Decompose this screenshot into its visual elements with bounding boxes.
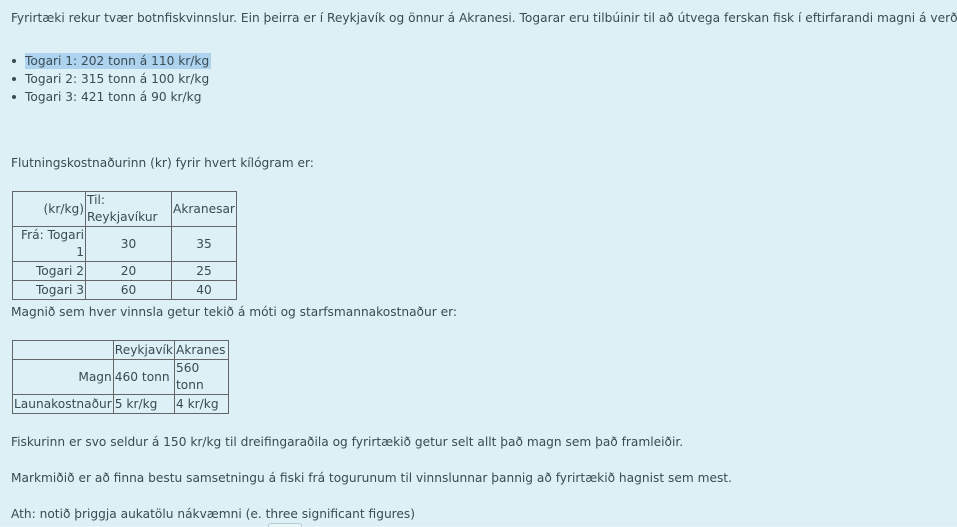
table-header-cell: Reykjavík [112, 340, 175, 360]
table-cell: 25 [171, 261, 237, 281]
table-header-cell: (kr/kg) [12, 191, 86, 227]
table-header-cell: Akranesar [171, 191, 237, 227]
list-item: Togari 1: 202 tonn á 110 kr/kg [11, 52, 212, 70]
table-header-cell: Akranes [173, 340, 229, 360]
table-cell: Togari 2 [12, 261, 86, 281]
table-cell: Magn [12, 359, 114, 395]
goal-text: Markmiðið er að finna bestu samsetningu … [11, 471, 732, 485]
trawler-2-text: Togari 2: 315 tonn á 100 kr/kg [25, 72, 210, 86]
table-row: Launakostnaður 5 kr/kg 4 kr/kg [12, 394, 229, 414]
table-cell: 35 [171, 226, 237, 262]
answer-field-edge[interactable] [268, 523, 302, 527]
trawler-list: Togari 1: 202 tonn á 110 kr/kg Togari 2:… [11, 52, 212, 106]
shipping-cost-table: (kr/kg) Til: Reykjavíkur Akranesar Frá: … [12, 191, 237, 300]
table-row: Magn 460 tonn 560 tonn [12, 359, 229, 395]
trawler-1-text: Togari 1: 202 tonn á 110 kr/kg [25, 53, 212, 69]
table-cell: 460 tonn [112, 359, 175, 395]
table-cell: Frá: Togari 1 [12, 226, 86, 262]
capacity-intro-text: Magnið sem hver vinnsla getur tekið á mó… [11, 305, 458, 319]
table-cell: 20 [85, 261, 172, 281]
table-cell: 30 [85, 226, 172, 262]
question-panel: Fyrirtæki rekur tvær botnfiskvinnslur. E… [0, 0, 957, 527]
table-cell: 5 kr/kg [112, 394, 175, 414]
sale-text: Fiskurinn er svo seldur á 150 kr/kg til … [11, 435, 684, 449]
table-header-cell: Til: Reykjavíkur [85, 191, 172, 227]
list-item: Togari 2: 315 tonn á 100 kr/kg [11, 70, 211, 88]
table-cell: 560 tonn [173, 359, 229, 395]
table-row: Frá: Togari 1 30 35 [12, 226, 237, 262]
table-row: Reykjavík Akranes [12, 340, 229, 360]
table-cell: Togari 3 [12, 280, 86, 300]
table-cell: Launakostnaður [12, 394, 114, 414]
capacity-table: Reykjavík Akranes Magn 460 tonn 560 tonn… [12, 340, 229, 414]
table-cell: 40 [171, 280, 237, 300]
list-item: Togari 3: 421 tonn á 90 kr/kg [11, 88, 211, 106]
table-row: Togari 3 60 40 [12, 280, 237, 300]
table-cell: 4 kr/kg [173, 394, 229, 414]
intro-text: Fyrirtæki rekur tvær botnfiskvinnslur. E… [11, 11, 957, 25]
table-row: (kr/kg) Til: Reykjavíkur Akranesar [12, 191, 237, 227]
table-row: Togari 2 20 25 [12, 261, 237, 281]
table-cell: 60 [85, 280, 172, 300]
note-text: Ath: notið þriggja aukatölu nákvæmni (e.… [11, 507, 416, 521]
shipping-intro-text: Flutningskostnaðurinn (kr) fyrir hvert k… [11, 156, 314, 170]
table-header-cell [12, 340, 114, 360]
trawler-3-text: Togari 3: 421 tonn á 90 kr/kg [25, 90, 202, 104]
